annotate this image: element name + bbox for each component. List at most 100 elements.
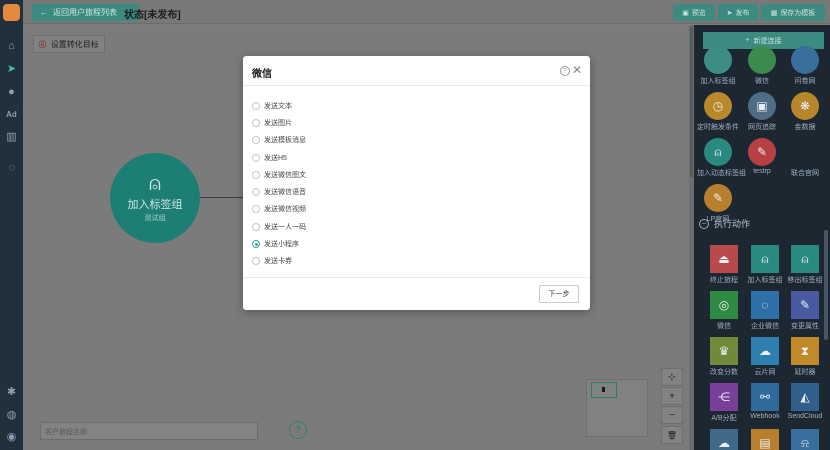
action-tile[interactable]: ✎ 变更属性 — [784, 291, 826, 331]
user-icon[interactable]: ● — [4, 84, 19, 99]
fit-view-button[interactable]: ⊹ — [661, 368, 683, 386]
hourglass-icon: ⧗ — [791, 337, 819, 365]
help-icon[interactable]: ? — [289, 421, 307, 439]
clock-icon: ◷ — [704, 92, 732, 120]
chat-icon[interactable]: ◌ — [4, 160, 19, 175]
set-goal-button[interactable]: ◎ 设置转化目标 — [33, 35, 105, 53]
wechat-option-list: 发送文本 发送图片 发送模板消息发送H5 发送微信图文 发送微信语音发送微信视频发送一人… — [252, 97, 306, 270]
trigger-tile-label: 微信 — [755, 78, 769, 85]
action-tile[interactable]: ◎ 微信 — [703, 291, 745, 331]
wechat-option-radio[interactable]: 发送一人一码 — [252, 218, 306, 235]
action-tile[interactable]: ⏏ 终止旅程 — [703, 245, 745, 285]
radio-icon[interactable] — [252, 153, 260, 162]
action-tile[interactable]: ♛ 改变分数 — [703, 337, 745, 377]
minimap[interactable] — [586, 379, 648, 437]
minimap-viewport — [591, 382, 617, 398]
action-tile[interactable]: ⚯ Webhook — [744, 383, 786, 420]
wechat-option-radio[interactable]: 发送小程序 — [252, 235, 306, 252]
bar-chart-icon[interactable]: ▥ — [4, 129, 19, 144]
radio-icon[interactable] — [252, 188, 260, 197]
panel-scrollbar[interactable] — [824, 230, 828, 340]
preview-button[interactable]: ▣ 预览 — [673, 4, 715, 21]
avatar[interactable]: ◉ — [4, 429, 19, 444]
wechat-option-radio[interactable]: 发送图片 — [252, 114, 306, 131]
add-tag-icon: ⍝ — [751, 245, 779, 273]
ad-icon[interactable]: Ad — [4, 107, 19, 122]
lp-logo-icon — [791, 138, 819, 166]
message-icon[interactable]: ◍ — [4, 407, 19, 422]
send-icon[interactable]: ➤ — [4, 61, 19, 76]
option-label: 发送微信视频 — [264, 206, 306, 214]
app-logo-icon[interactable] — [3, 4, 20, 21]
canvas-scrollbar-thumb[interactable] — [690, 27, 693, 177]
wechat-option-radio[interactable]: 发送微信视频 — [252, 201, 306, 218]
close-icon[interactable]: ✕ — [572, 64, 582, 76]
action-tile[interactable]: ▤ — [744, 429, 786, 450]
trigger-tile[interactable]: ◷ 定时触发条件 — [697, 92, 739, 132]
radio-icon[interactable] — [252, 170, 260, 179]
action-tile[interactable]: ☁ — [703, 429, 745, 450]
radio-icon[interactable] — [252, 222, 260, 231]
action-tile[interactable]: ◭ SendCloud — [784, 383, 826, 420]
target-icon: ◎ — [38, 38, 47, 50]
journey-name-placeholder: 客户旅程名称 — [45, 429, 87, 436]
action-tile[interactable]: ⍝ 移出标签组 — [784, 245, 826, 285]
trigger-tile[interactable]: ❋ 金数据 — [784, 92, 826, 132]
delete-button[interactable]: 🗑 — [661, 426, 683, 444]
home-icon[interactable]: ⌂ — [4, 38, 19, 53]
zoom-in-button[interactable]: + — [661, 387, 683, 405]
radio-icon[interactable] — [252, 101, 260, 110]
dialog-help-icon[interactable]: ? — [560, 66, 570, 76]
action-tile[interactable]: ⍾ — [784, 429, 826, 450]
wechat-option-radio[interactable]: 发送微信图文 — [252, 166, 306, 183]
trigger-tile[interactable]: 问卷网 — [784, 46, 826, 86]
trigger-tile[interactable]: ⍝ 加入动态标签组 — [697, 138, 746, 178]
trigger-tile-label: 金数据 — [794, 124, 816, 131]
action-tile[interactable]: ⍝ 加入标签组 — [744, 245, 786, 285]
wechat-option-radio[interactable]: 发送模板消息 — [252, 132, 306, 149]
save-template-button[interactable]: ▦ 保存为模板 — [761, 4, 825, 21]
wechat-option-radio[interactable]: 发送微信语音 — [252, 183, 306, 200]
settings-icon[interactable]: ✱ — [4, 384, 19, 399]
trash-icon: 🗑 — [666, 430, 678, 440]
trigger-tile[interactable]: ✎ testrp — [741, 138, 783, 175]
radio-icon[interactable] — [252, 205, 260, 214]
action-section-header[interactable]: − 执行动作 — [697, 215, 830, 232]
tag-icon — [704, 46, 732, 74]
journey-name-input[interactable]: 客户旅程名称 — [40, 422, 258, 440]
dialog-header: 微信 ? ✕ — [243, 56, 590, 86]
trigger-tile[interactable]: 加入标签组 — [697, 46, 739, 86]
trigger-tile[interactable]: 联合官网 — [784, 138, 826, 178]
wechat-option-radio[interactable]: 发送H5 — [252, 149, 306, 166]
action-tile[interactable]: ⧗ 延时器 — [784, 337, 826, 377]
back-label: 返回用户旅程列表 — [53, 8, 117, 17]
trigger-tile-label: 定时触发条件 — [697, 124, 739, 131]
radio-icon[interactable] — [252, 257, 260, 266]
back-to-journeys-button[interactable]: ← 返回用户旅程列表 — [32, 4, 139, 21]
action-tile[interactable]: ☁ 云片网 — [744, 337, 786, 377]
window-icon: ▤ — [751, 429, 779, 450]
webhook-icon: ⚯ — [751, 383, 779, 411]
help-glyph: ? — [294, 424, 302, 436]
radio-icon[interactable] — [252, 118, 260, 127]
bell-icon: ⍾ — [791, 429, 819, 450]
work-wechat-icon: ◌ — [751, 291, 779, 319]
wechat-option-radio[interactable]: 发送卡券 — [252, 253, 306, 270]
action-tile[interactable]: ◌ 企业微信 — [744, 291, 786, 331]
trigger-tile[interactable]: 微信 — [741, 46, 783, 86]
action-tile-label: A/B分配 — [711, 415, 737, 422]
action-tile[interactable]: ⋲ A/B分配 — [703, 383, 745, 423]
publish-button[interactable]: ➤ 发布 — [718, 4, 758, 21]
minimap-node-dot — [595, 388, 598, 391]
next-step-button[interactable]: 下一步 — [539, 285, 579, 303]
zoom-out-button[interactable]: − — [661, 406, 683, 424]
action-tile-label: 云片网 — [754, 369, 776, 376]
action-tile-label: 移出标签组 — [787, 277, 823, 284]
option-label: 发送H5 — [264, 154, 287, 162]
radio-icon[interactable] — [252, 136, 260, 145]
radio-icon[interactable] — [252, 240, 260, 249]
wechat-option-radio[interactable]: 发送文本 — [252, 97, 306, 114]
component-panel: + 新建连接 加入标签组 微信 问卷网 ◷ 定时触发条件 ▣ 网页追踪 ❋ 金数据 ⍝ 加入动态标签… — [694, 25, 830, 450]
journey-node-add-tag-group[interactable]: ⍝ 加入标签组 测试组 — [110, 153, 200, 243]
trigger-tile[interactable]: ▣ 网页追踪 — [741, 92, 783, 132]
